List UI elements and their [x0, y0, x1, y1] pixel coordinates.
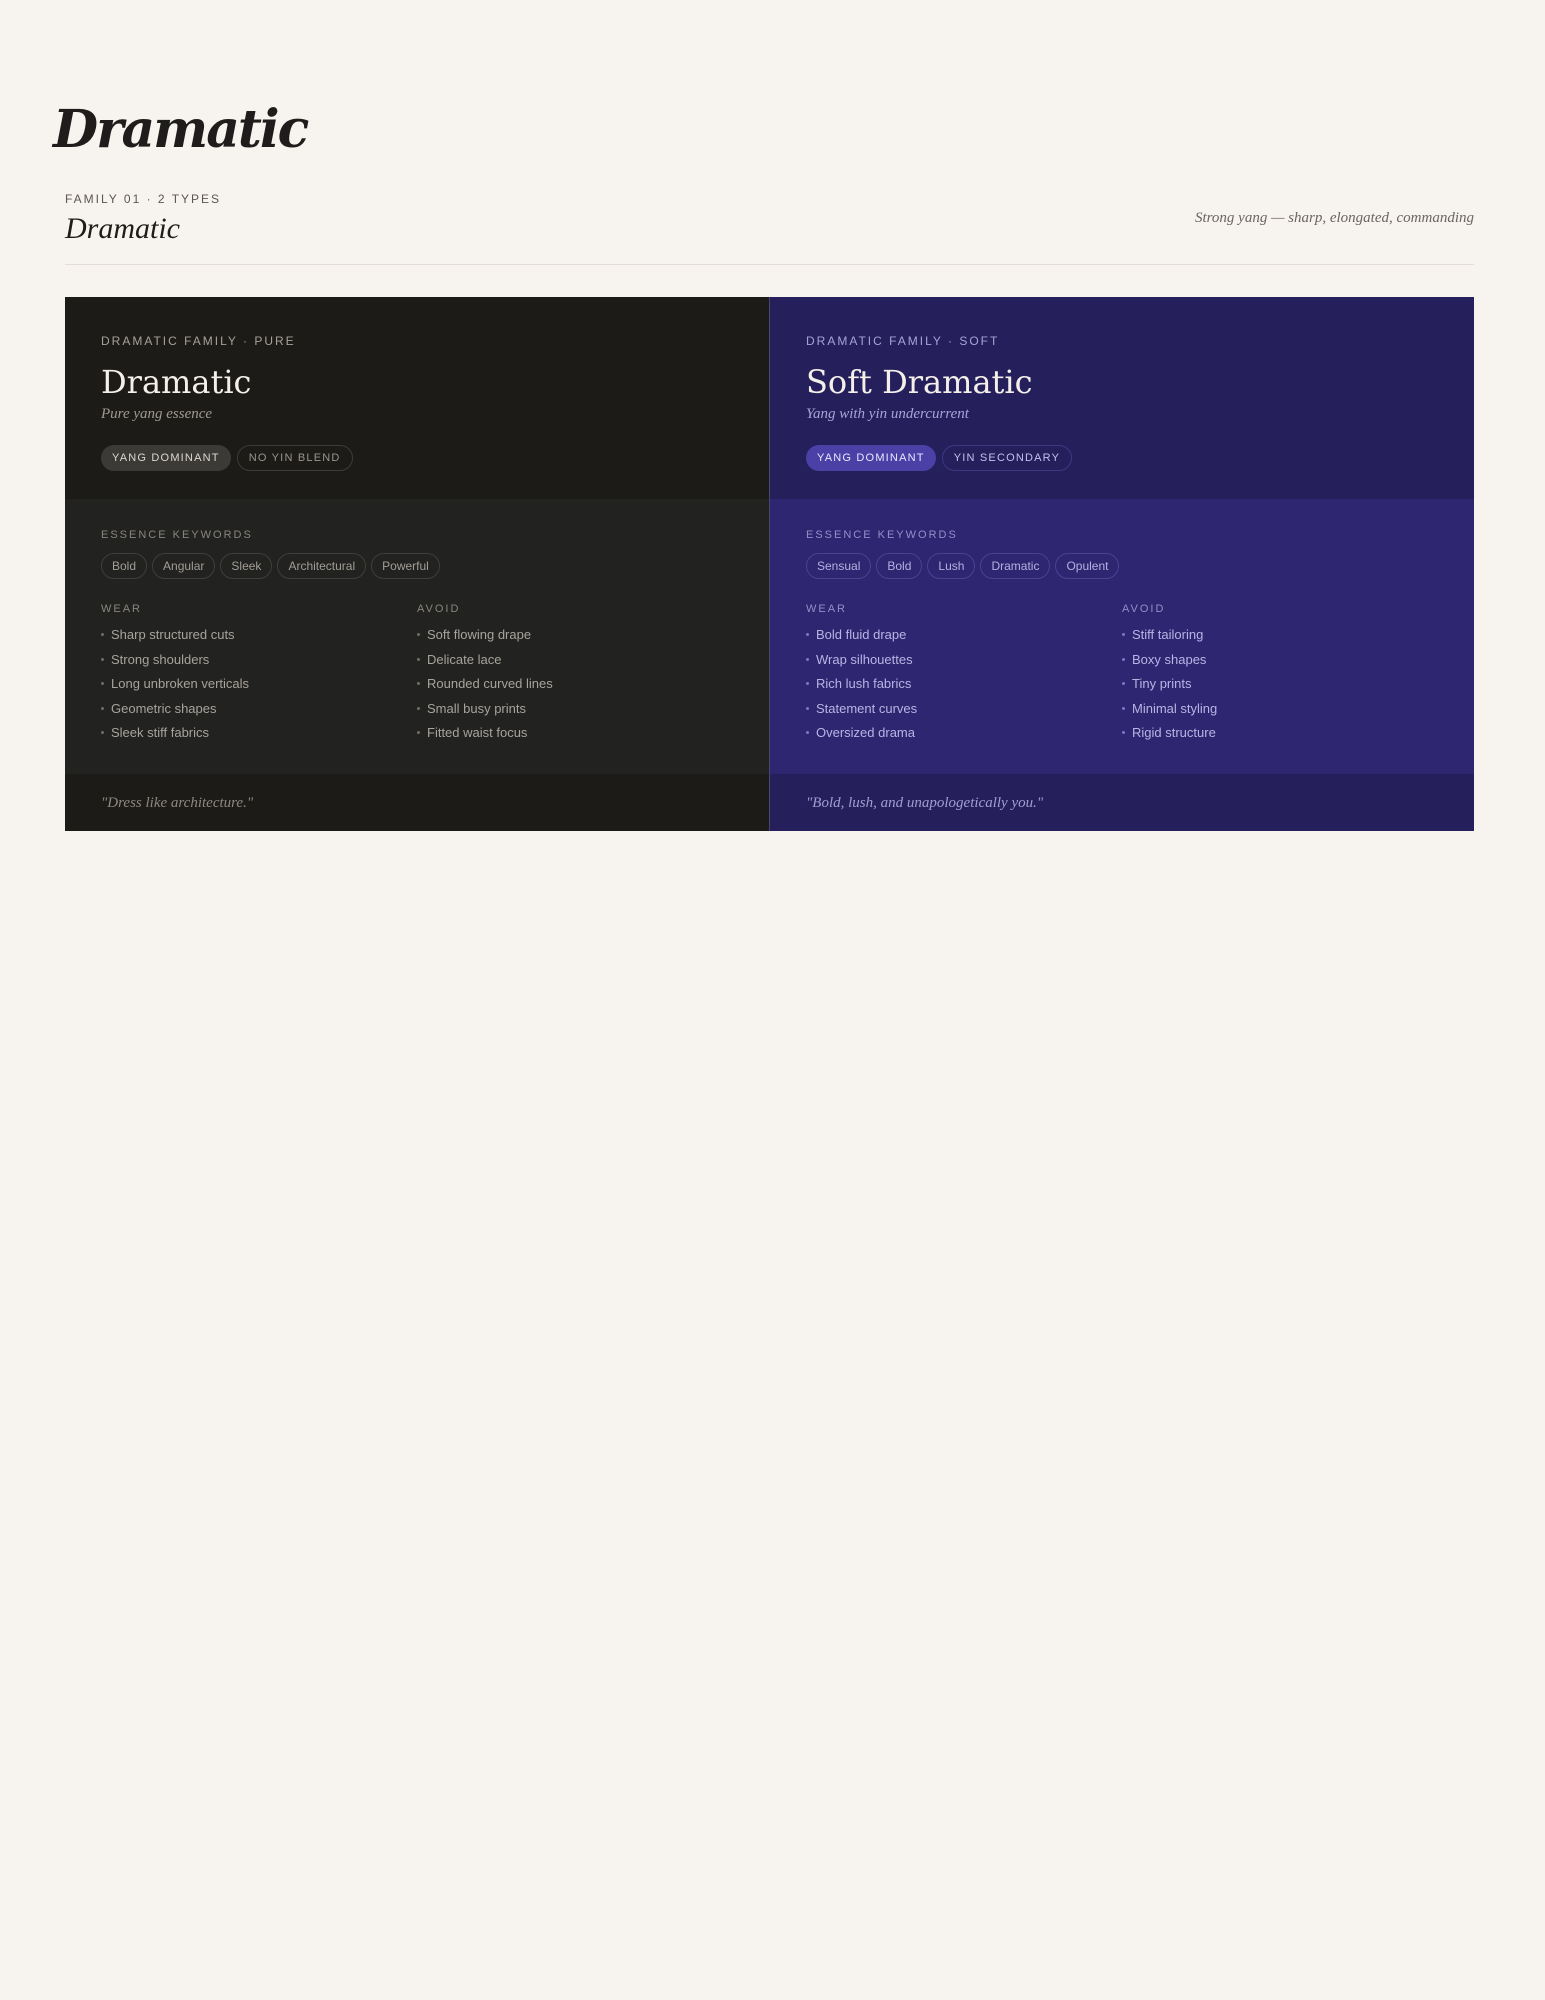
avoid-item: Rounded curved lines — [417, 672, 733, 697]
wear-label: WEAR — [806, 603, 847, 615]
keyword-tag: Angular — [152, 553, 216, 579]
wear-item: Bold fluid drape — [806, 623, 1122, 648]
energy-pills: YANG DOMINANT YIN SECONDARY — [806, 445, 1438, 471]
page-title: Dramatic — [53, 99, 309, 160]
avoid-item: Rigid structure — [1122, 721, 1438, 746]
wear-list: Sharp structured cuts Strong shoulders L… — [101, 623, 417, 746]
card-eyebrow: DRAMATIC FAMILY · SOFT — [806, 334, 1000, 348]
avoid-label: AVOID — [1122, 603, 1166, 615]
wear-column: WEAR Bold fluid drape Wrap silhouettes R… — [806, 603, 1122, 746]
keyword-tag: Bold — [101, 553, 148, 579]
avoid-item: Tiny prints — [1122, 672, 1438, 697]
keyword-tag: Dramatic — [980, 553, 1051, 579]
keyword-tag: Lush — [927, 553, 976, 579]
avoid-item: Fitted waist focus — [417, 721, 733, 746]
type-card-soft-dramatic[interactable]: DRAMATIC FAMILY · SOFT Soft Dramatic Yan… — [770, 297, 1474, 831]
wear-item: Wrap silhouettes — [806, 648, 1122, 673]
energy-pill: YIN SECONDARY — [941, 445, 1073, 471]
keyword-tag: Sleek — [220, 553, 273, 579]
family-header: FAMILY 01 · 2 TYPES Dramatic Strong yang… — [65, 190, 1474, 265]
wear-item: Sharp structured cuts — [101, 623, 417, 648]
wear-item: Statement curves — [806, 697, 1122, 722]
keyword-tag: Sensual — [806, 553, 872, 579]
type-cards: DRAMATIC FAMILY · PURE Dramatic Pure yan… — [65, 297, 1474, 831]
energy-pills: YANG DOMINANT NO YIN BLEND — [101, 445, 733, 471]
avoid-list: Stiff tailoring Boxy shapes Tiny prints … — [1122, 623, 1438, 746]
wear-item: Sleek stiff fabrics — [101, 721, 417, 746]
type-name: Soft Dramatic — [806, 363, 1033, 401]
energy-pill: YANG DOMINANT — [806, 445, 936, 471]
family-tagline: Strong yang — sharp, elongated, commandi… — [1194, 210, 1474, 226]
wear-item: Rich lush fabrics — [806, 672, 1122, 697]
card-body: ESSENCE KEYWORDS Bold Angular Sleek Arch… — [65, 499, 769, 774]
avoid-item: Delicate lace — [417, 648, 733, 673]
type-card-dramatic[interactable]: DRAMATIC FAMILY · PURE Dramatic Pure yan… — [65, 297, 770, 831]
energy-pill: YANG DOMINANT — [101, 445, 231, 471]
avoid-column: AVOID Stiff tailoring Boxy shapes Tiny p… — [1122, 603, 1438, 746]
keyword-list: Sensual Bold Lush Dramatic Opulent — [806, 553, 1438, 579]
keyword-tag: Opulent — [1055, 553, 1120, 579]
card-header: DRAMATIC FAMILY · PURE Dramatic Pure yan… — [65, 297, 769, 499]
avoid-list: Soft flowing drape Delicate lace Rounded… — [417, 623, 733, 746]
avoid-label: AVOID — [417, 603, 461, 615]
card-eyebrow: DRAMATIC FAMILY · PURE — [101, 334, 296, 348]
wear-item: Geometric shapes — [101, 697, 417, 722]
wear-list: Bold fluid drape Wrap silhouettes Rich l… — [806, 623, 1122, 746]
card-header: DRAMATIC FAMILY · SOFT Soft Dramatic Yan… — [770, 297, 1474, 499]
family-meta: FAMILY 01 · 2 TYPES — [65, 192, 222, 206]
type-subtitle: Pure yang essence — [101, 406, 213, 422]
wear-item: Strong shoulders — [101, 648, 417, 673]
keyword-tag: Bold — [876, 553, 923, 579]
avoid-item: Small busy prints — [417, 697, 733, 722]
wear-avoid-columns: WEAR Sharp structured cuts Strong should… — [101, 603, 733, 746]
wear-label: WEAR — [101, 603, 142, 615]
keyword-tag: Architectural — [277, 553, 367, 579]
keywords-label: ESSENCE KEYWORDS — [101, 529, 253, 541]
card-quote: "Bold, lush, and unapologetically you." — [770, 774, 1474, 831]
keywords-label: ESSENCE KEYWORDS — [806, 529, 958, 541]
wear-item: Long unbroken verticals — [101, 672, 417, 697]
keyword-list: Bold Angular Sleek Architectural Powerfu… — [101, 553, 733, 579]
wear-avoid-columns: WEAR Bold fluid drape Wrap silhouettes R… — [806, 603, 1438, 746]
avoid-item: Boxy shapes — [1122, 648, 1438, 673]
wear-column: WEAR Sharp structured cuts Strong should… — [101, 603, 417, 746]
type-name: Dramatic — [101, 363, 252, 401]
wear-item: Oversized drama — [806, 721, 1122, 746]
avoid-item: Minimal styling — [1122, 697, 1438, 722]
card-quote: "Dress like architecture." — [65, 774, 769, 831]
keyword-tag: Powerful — [371, 553, 440, 579]
avoid-item: Stiff tailoring — [1122, 623, 1438, 648]
avoid-column: AVOID Soft flowing drape Delicate lace R… — [417, 603, 733, 746]
card-body: ESSENCE KEYWORDS Sensual Bold Lush Drama… — [770, 499, 1474, 774]
type-subtitle: Yang with yin undercurrent — [806, 406, 969, 422]
avoid-item: Soft flowing drape — [417, 623, 733, 648]
energy-pill: NO YIN BLEND — [236, 445, 353, 471]
family-name: Dramatic — [65, 212, 180, 245]
